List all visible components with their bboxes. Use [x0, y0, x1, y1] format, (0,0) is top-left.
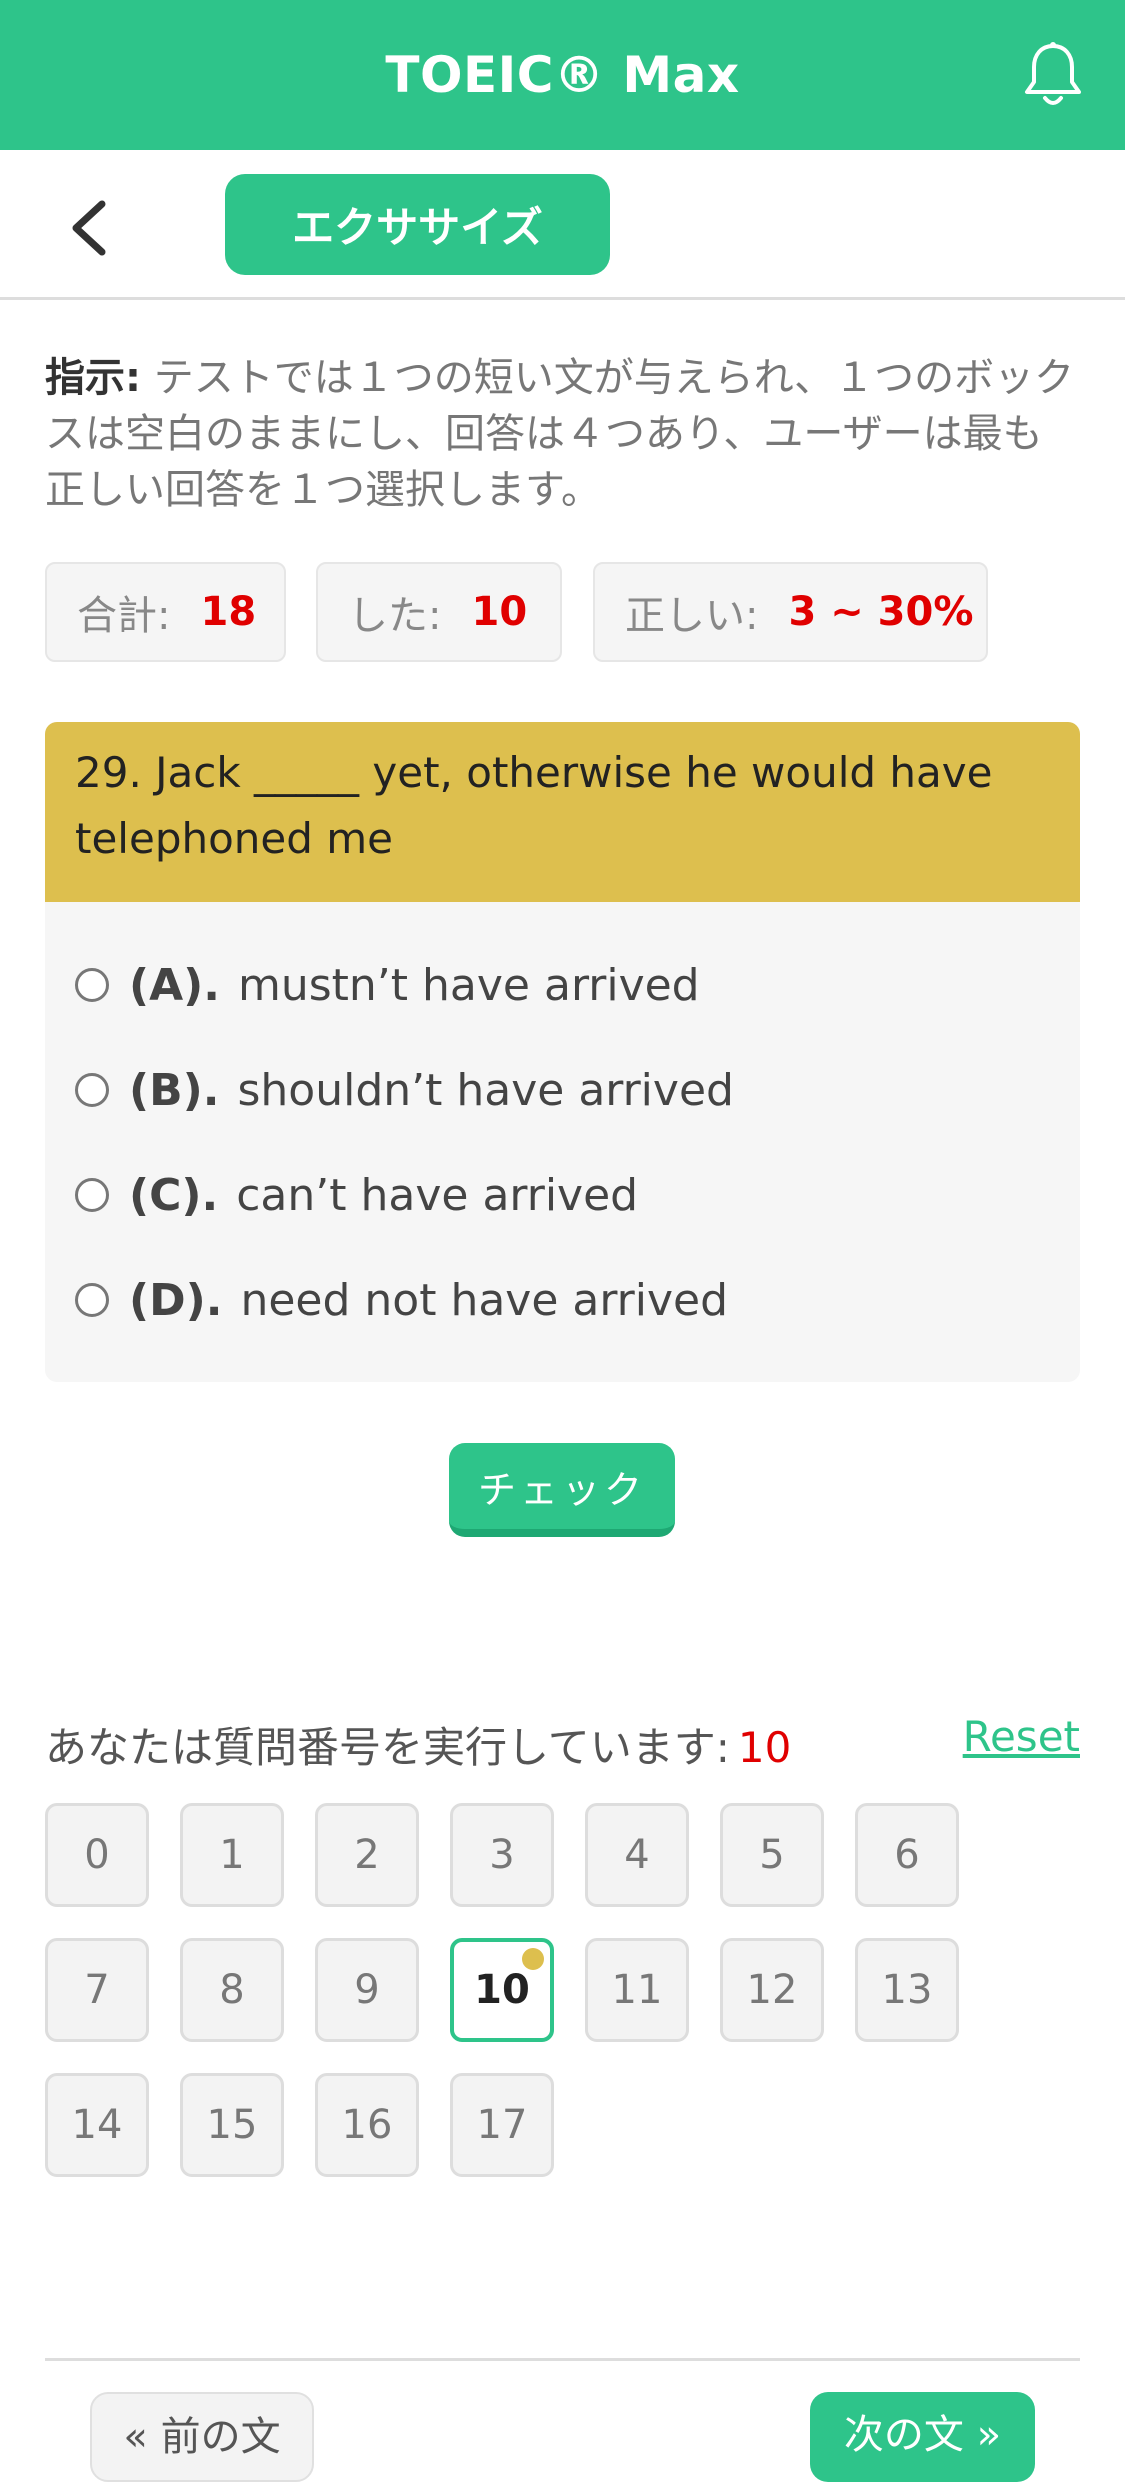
- option-text: need not have arrived: [240, 1274, 729, 1326]
- question-number-button[interactable]: 17: [450, 2073, 554, 2177]
- question-text: 29. Jack _____ yet, otherwise he would h…: [45, 722, 1080, 902]
- question-number-button[interactable]: 6: [855, 1803, 959, 1907]
- question-number-button[interactable]: 9: [315, 1938, 419, 2042]
- sub-toolbar: エクササイズ: [0, 150, 1125, 300]
- stat-total: 合計: 18: [45, 562, 286, 662]
- option-text: can’t have arrived: [236, 1169, 639, 1221]
- option-a[interactable]: (A). mustn’t have arrived: [75, 955, 700, 1015]
- stat-done: した: 10: [316, 562, 562, 662]
- current-question-label: あなたは質問番号を実行しています:: [45, 1723, 730, 1772]
- app-header: TOEIC® Max: [0, 0, 1125, 150]
- question-number-button[interactable]: 13: [855, 1938, 959, 2042]
- option-c[interactable]: (C). can’t have arrived: [75, 1165, 638, 1225]
- question-number-button[interactable]: 16: [315, 2073, 419, 2177]
- current-question-indicator: あなたは質問番号を実行しています: 10: [45, 1714, 791, 1775]
- stat-correct: 正しい: 3 ~ 30%: [593, 562, 988, 662]
- radio-button[interactable]: [75, 1178, 109, 1212]
- divider: [45, 2358, 1080, 2361]
- tab-exercise[interactable]: エクササイズ: [225, 174, 610, 275]
- radio-button[interactable]: [75, 1283, 109, 1317]
- question-number-button[interactable]: 5: [720, 1803, 824, 1907]
- question-number-button[interactable]: 1: [180, 1803, 284, 1907]
- current-question-number: 10: [737, 1723, 792, 1772]
- stat-done-value: 10: [471, 589, 528, 635]
- question-number-button[interactable]: 15: [180, 2073, 284, 2177]
- radio-button[interactable]: [75, 968, 109, 1002]
- option-label: (A).: [129, 959, 220, 1011]
- option-b[interactable]: (B). shouldn’t have arrived: [75, 1060, 734, 1120]
- bell-icon[interactable]: [1021, 40, 1085, 110]
- question-number-button[interactable]: 2: [315, 1803, 419, 1907]
- check-button[interactable]: チェック: [449, 1443, 675, 1537]
- option-text: mustn’t have arrived: [238, 959, 700, 1011]
- question-number-button[interactable]: 7: [45, 1938, 149, 2042]
- app-title: TOEIC® Max: [385, 46, 740, 104]
- current-marker-dot: [522, 1948, 544, 1970]
- question-number-button[interactable]: 3: [450, 1803, 554, 1907]
- question-number-button[interactable]: 11: [585, 1938, 689, 2042]
- radio-button[interactable]: [75, 1073, 109, 1107]
- option-label: (B).: [129, 1064, 220, 1116]
- question-number-button[interactable]: 4: [585, 1803, 689, 1907]
- next-sentence-button[interactable]: 次の文 »: [810, 2392, 1035, 2482]
- stat-correct-value: 3 ~ 30%: [788, 589, 974, 635]
- option-d[interactable]: (D). need not have arrived: [75, 1270, 728, 1330]
- stat-correct-label: 正しい:: [625, 593, 759, 639]
- option-label: (D).: [129, 1274, 223, 1326]
- stat-total-label: 合計:: [77, 593, 171, 639]
- stat-total-value: 18: [200, 589, 257, 635]
- option-text: shouldn’t have arrived: [237, 1064, 734, 1116]
- question-card: 29. Jack _____ yet, otherwise he would h…: [45, 722, 1080, 1382]
- instructions: 指示: テストでは１つの短い文が与えられ、１つのボックスは空白のままにし、回答は…: [45, 350, 1080, 518]
- prev-sentence-button[interactable]: « 前の文: [90, 2392, 314, 2482]
- option-label: (C).: [129, 1169, 219, 1221]
- question-number-button[interactable]: 8: [180, 1938, 284, 2042]
- chevron-left-icon[interactable]: [66, 198, 110, 258]
- instructions-text: テストでは１つの短い文が与えられ、１つのボックスは空白のままにし、回答は４つあり…: [45, 355, 1075, 513]
- instructions-label: 指示:: [45, 355, 141, 401]
- question-number-button-active[interactable]: 10: [450, 1938, 554, 2042]
- reset-link[interactable]: Reset: [963, 1712, 1080, 1761]
- question-number-label: 10: [474, 1967, 530, 2013]
- question-number-button[interactable]: 12: [720, 1938, 824, 2042]
- stat-done-label: した:: [348, 593, 442, 639]
- question-number-button[interactable]: 14: [45, 2073, 149, 2177]
- question-number-button[interactable]: 0: [45, 1803, 149, 1907]
